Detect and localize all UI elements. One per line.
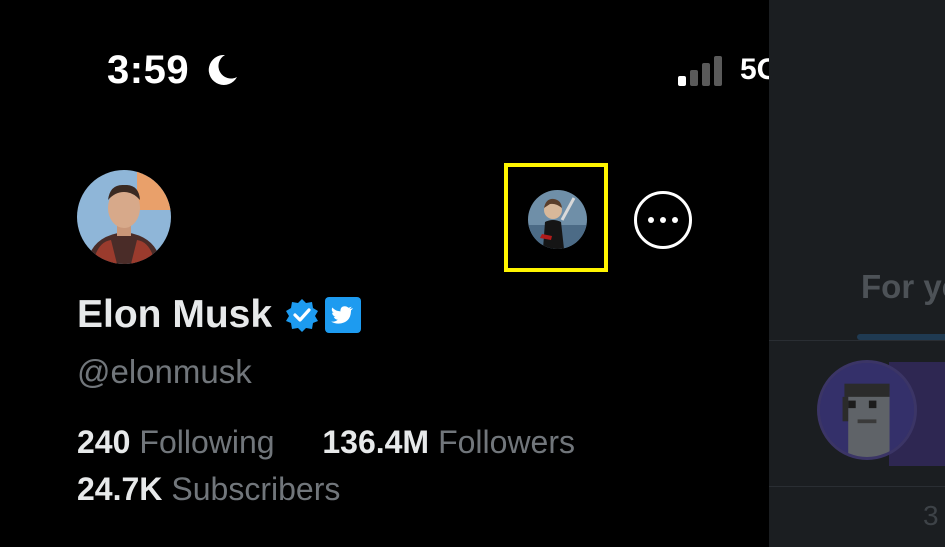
- subscribers-label: Subscribers: [171, 471, 341, 507]
- verified-icon: [286, 299, 319, 332]
- dot: [672, 217, 678, 223]
- following-label: Following: [139, 424, 275, 460]
- subscribers-count: 24.7K: [77, 471, 163, 507]
- side-overlay-panel: For yo 3: [769, 0, 945, 547]
- profile-name: Elon Musk: [77, 293, 273, 336]
- signal-icon: [678, 56, 722, 86]
- followers-count: 136.4M: [322, 424, 430, 460]
- followers-link[interactable]: 136.4M Followers: [313, 424, 575, 460]
- dot: [660, 217, 666, 223]
- following-count: 240: [77, 424, 131, 460]
- post-meta: 3: [923, 500, 939, 531]
- subscribers-link[interactable]: 24.7K Subscribers: [77, 471, 340, 508]
- status-time: 3:59: [107, 48, 190, 92]
- following-link[interactable]: 240 Following: [77, 424, 283, 460]
- follow-stats: 240 Following 136.4M Followers: [77, 424, 575, 461]
- divider: [769, 486, 945, 487]
- followers-label: Followers: [438, 424, 575, 460]
- subscription-avatar[interactable]: [528, 190, 587, 249]
- dot: [648, 217, 654, 223]
- name-row: Elon Musk: [77, 290, 362, 340]
- divider: [769, 340, 945, 341]
- more-options-button[interactable]: [634, 191, 692, 249]
- profile-handle: @elonmusk: [77, 353, 252, 390]
- twitter-bird-icon: [325, 297, 362, 333]
- profile-avatar[interactable]: [77, 170, 171, 264]
- moon-icon: [208, 54, 237, 85]
- pixel-avatar[interactable]: [817, 360, 917, 460]
- tab-for-you[interactable]: For yo: [861, 268, 945, 306]
